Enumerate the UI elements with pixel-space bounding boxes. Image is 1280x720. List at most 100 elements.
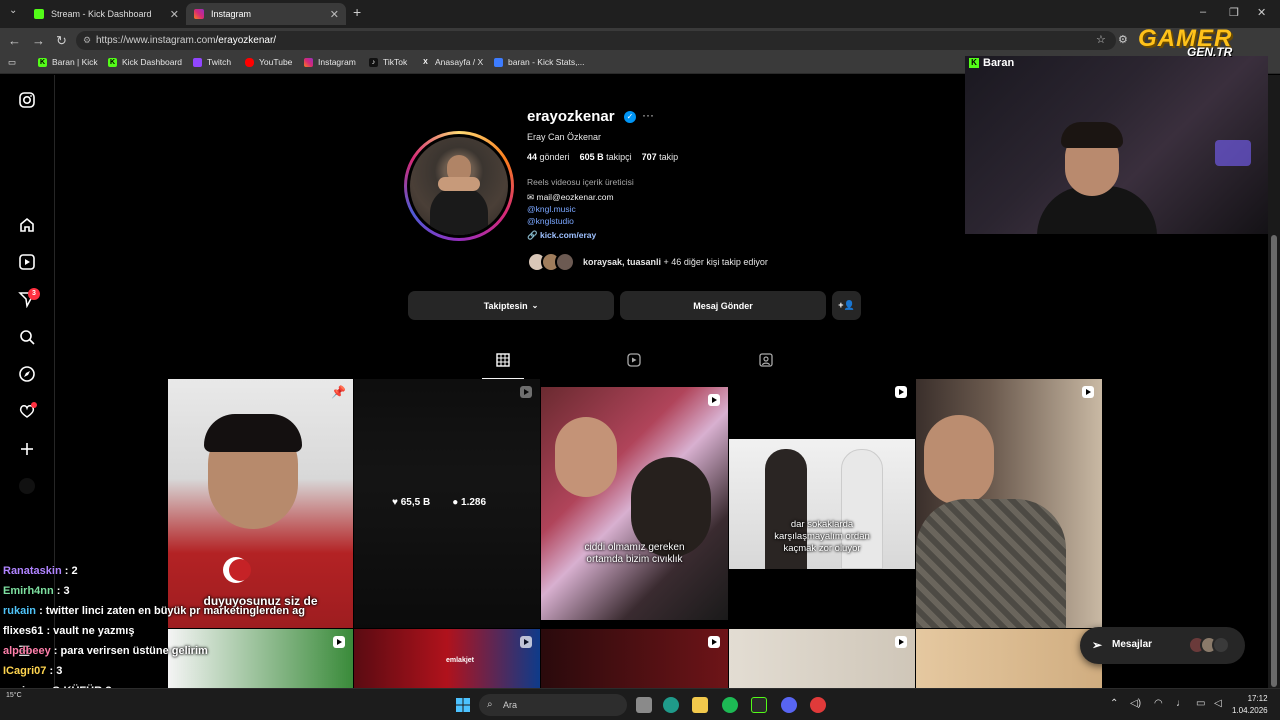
bookmark-label: Kick Dashboard <box>122 57 183 67</box>
bookmark-label: baran - Kick Stats,... <box>508 57 585 67</box>
tagged-tab-icon[interactable] <box>759 353 773 367</box>
post-hover-stats: ♥ 65,5 B ● 1.286 <box>392 497 486 508</box>
stats-icon <box>494 57 503 67</box>
forward-icon[interactable]: → <box>32 33 45 48</box>
obs-icon[interactable] <box>810 697 826 713</box>
file-explorer-icon[interactable] <box>692 697 708 713</box>
kick-icon <box>34 9 44 19</box>
taskbar-search[interactable]: ⌕ Ara <box>479 694 627 716</box>
post-caption: dar sokaklarda karşılaşmayalım ordan kaç… <box>774 519 870 554</box>
bookmark-kick-stats[interactable]: baran - Kick Stats,... <box>494 57 585 67</box>
bookmark-youtube[interactable]: YouTube <box>245 57 292 67</box>
profile-avatar-icon[interactable] <box>19 478 35 494</box>
new-tab-button[interactable]: + <box>353 4 361 20</box>
site-info-icon[interactable]: ⚙ <box>83 31 91 50</box>
profile-stats: 44 gönderi 605 B takipçi 707 takip <box>527 152 678 162</box>
chat-username: rukain <box>3 605 37 617</box>
bookmark-x[interactable]: X Anasayfa / X <box>421 57 483 67</box>
following-count[interactable]: 707 takip <box>642 152 679 162</box>
profile-category: Reels videosu içerik üreticisi <box>527 177 634 187</box>
close-icon[interactable]: ✕ <box>170 8 179 21</box>
bookmark-label: Twitch <box>207 57 232 67</box>
reels-icon[interactable] <box>18 253 36 271</box>
twitch-icon <box>193 57 202 67</box>
tab-list-icon[interactable]: ⌄ <box>9 5 17 16</box>
profile-tag-music[interactable]: @kngl.music <box>527 204 576 214</box>
post-tile[interactable] <box>729 629 915 688</box>
tray-overflow-icon[interactable]: ⌃ <box>1110 698 1118 709</box>
post-tile[interactable] <box>916 379 1102 628</box>
following-button[interactable]: Takiptesin ⌄ <box>408 291 614 320</box>
kick-icon: K <box>38 57 47 67</box>
profile-email[interactable]: ✉ mail@eozkenar.com <box>527 192 614 203</box>
weather-widget[interactable]: 15°C <box>6 691 22 700</box>
volume-icon[interactable]: ◁) <box>1130 698 1141 709</box>
message-button[interactable]: Mesaj Gönder <box>620 291 826 320</box>
instagram-icon <box>194 9 204 19</box>
search-icon[interactable] <box>18 328 36 346</box>
followers-count[interactable]: 605 B takipçi <box>580 152 632 162</box>
chat-text: : vault ne yazmış <box>46 625 135 637</box>
back-icon[interactable]: ← <box>8 33 21 48</box>
profile-avatar[interactable] <box>404 131 514 241</box>
speaker-icon[interactable]: ◁ <box>1214 698 1222 709</box>
comments-count: ● 1.286 <box>452 497 487 508</box>
tile-watermark: emlakjet <box>446 657 475 664</box>
maximize-icon[interactable]: ❐ <box>1229 6 1239 19</box>
more-options-icon[interactable]: ··· <box>642 108 654 122</box>
tab-kick-dashboard[interactable]: Stream - Kick Dashboard ✕ <box>26 3 186 25</box>
messages-pill[interactable]: ➢ Mesajlar <box>1080 627 1245 664</box>
posts-count[interactable]: 44 gönderi <box>527 152 570 162</box>
edge-icon[interactable] <box>663 697 679 713</box>
profile-link[interactable]: 🔗 kick.com/eray <box>527 230 596 241</box>
tab-instagram[interactable]: Instagram ✕ <box>186 3 346 25</box>
minimize-icon[interactable]: – <box>1200 6 1206 18</box>
bookmark-instagram[interactable]: Instagram <box>304 57 356 67</box>
url-input[interactable]: ⚙ https://www.instagram.com/erayozkenar/ <box>76 31 1116 50</box>
post-tile[interactable] <box>541 629 728 688</box>
discord-icon[interactable] <box>781 697 797 713</box>
reel-icon <box>520 636 532 648</box>
profile-username: erayozkenar <box>527 108 615 125</box>
sidebar-toggle-icon[interactable]: ▭ <box>8 57 16 68</box>
chat-username: Ranataskin <box>3 565 62 577</box>
windows-start-icon[interactable] <box>455 697 471 713</box>
suggest-people-button[interactable]: +👤 <box>832 291 861 320</box>
display-icon[interactable]: ▭ <box>1196 698 1205 709</box>
close-window-icon[interactable]: ✕ <box>1257 6 1266 19</box>
create-icon[interactable] <box>18 440 36 458</box>
post-tile[interactable]: emlakjet <box>354 629 540 688</box>
microphone-icon[interactable]: ♩ <box>1176 698 1186 709</box>
task-view-icon[interactable] <box>636 697 652 713</box>
post-tile[interactable]: dar sokaklarda karşılaşmayalım ordan kaç… <box>729 379 915 628</box>
reels-tab-icon[interactable] <box>627 353 641 367</box>
add-person-icon: +👤 <box>838 300 855 310</box>
posts-grid-icon[interactable] <box>496 353 510 367</box>
chat-username: flixes61 <box>3 625 44 637</box>
post-tile[interactable]: ciddi olmamız gereken ortamda bizim cıvı… <box>541 387 728 620</box>
home-icon[interactable] <box>18 216 36 234</box>
bookmark-baran-kick[interactable]: K Baran | Kick <box>38 57 98 67</box>
chevron-down-icon: ⌄ <box>531 301 539 310</box>
profile-tag-studio[interactable]: @knglstudio <box>527 216 574 226</box>
reload-icon[interactable]: ↻ <box>56 33 67 49</box>
page-scrollbar[interactable] <box>1268 75 1280 688</box>
messages-label: Mesajlar <box>1112 639 1153 650</box>
chat-message: alpdbeey : para verirsen üstüne gelirim <box>3 643 306 663</box>
post-tile[interactable] <box>916 629 1102 688</box>
pinned-icon: 📌 <box>331 385 346 399</box>
bookmark-kick-dashboard[interactable]: K Kick Dashboard <box>108 57 182 67</box>
headset-icon[interactable]: ◠ <box>1154 698 1163 709</box>
bookmark-star-icon[interactable]: ☆ <box>1096 33 1106 46</box>
reel-icon <box>895 386 907 398</box>
system-clock[interactable]: 17:12 1.04.2026 <box>1232 693 1268 717</box>
extensions-icon[interactable]: ⚙ <box>1118 33 1128 46</box>
followed-by[interactable]: koraysak, tuasanli + 46 diğer kişi takip… <box>527 251 768 273</box>
bookmark-twitch[interactable]: Twitch <box>193 57 231 67</box>
close-icon[interactable]: ✕ <box>330 8 339 21</box>
explore-icon[interactable] <box>18 365 36 383</box>
spotify-icon[interactable] <box>722 697 738 713</box>
app-icon[interactable] <box>751 697 767 713</box>
bookmark-tiktok[interactable]: ♪ TikTok <box>369 57 407 67</box>
instagram-logo-icon[interactable] <box>18 91 36 109</box>
